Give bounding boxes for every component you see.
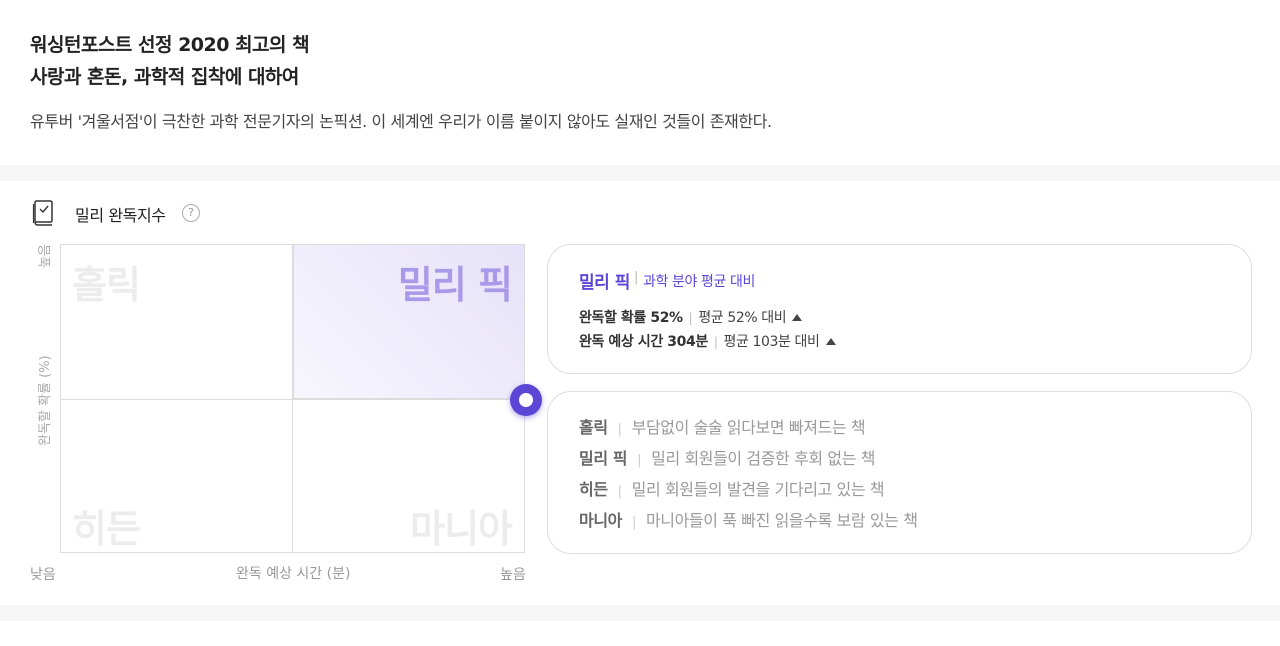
legend-item: 밀리 픽 | 밀리 회원들이 검증한 후회 없는 책	[579, 449, 876, 468]
legend-desc: 부담없이 술술 읽다보면 빠져드는 책	[631, 418, 866, 437]
summary-category: 밀리 픽	[579, 273, 630, 293]
book-position-marker	[510, 384, 542, 416]
legend-name: 히든	[579, 480, 608, 499]
section-title: 밀리 완독지수	[75, 206, 166, 225]
legend-item: 홀릭 | 부담없이 술술 읽다보면 빠져드는 책	[579, 418, 866, 437]
y-axis-high-label: 높음	[38, 244, 53, 268]
legend-desc: 밀리 회원들의 발견을 기다리고 있는 책	[631, 480, 885, 499]
summary-compare-label: 과학 분야 평균 대비	[643, 274, 755, 290]
probability-value: 완독할 확률 52%	[579, 310, 683, 326]
quadrant-label-mania: 마니아	[410, 507, 513, 551]
book-title-line1: 워싱턴포스트 선정 2020 최고의 책	[30, 34, 310, 56]
x-axis-label: 완독 예상 시간 (분)	[236, 566, 351, 582]
book-description: 유투버 '겨울서점'이 극찬한 과학 전문기자의 논픽션. 이 세계엔 우리가 …	[30, 112, 772, 131]
summary-row-probability: 완독할 확률 52% | 평균 52% 대비	[579, 307, 803, 327]
summary-row-time: 완독 예상 시간 304분 | 평균 103분 대비	[579, 331, 836, 351]
quadrant-label-holic: 홀릭	[72, 263, 141, 307]
y-axis-label: 완독할 확률 (%)	[38, 355, 53, 446]
x-axis-high-label: 높음	[500, 567, 526, 583]
legend-item: 마니아 | 마니아들이 푹 빠진 읽을수록 보람 있는 책	[579, 511, 918, 530]
time-compare: 평균 103분 대비	[723, 334, 820, 350]
legend-item: 히든 | 밀리 회원들의 발견을 기다리고 있는 책	[579, 480, 885, 499]
up-arrow-icon	[825, 338, 836, 345]
probability-compare: 평균 52% 대비	[698, 310, 787, 326]
book-check-icon	[32, 200, 54, 226]
book-title-line2: 사랑과 혼돈, 과학적 집착에 대하여	[30, 66, 299, 88]
summary-separator: |	[634, 270, 639, 285]
time-value: 완독 예상 시간 304분	[579, 334, 708, 350]
x-axis-low-label: 낮음	[30, 567, 56, 583]
quadrant-label-hidden: 히든	[72, 507, 141, 551]
quadrant-divider-horizontal	[60, 399, 525, 400]
legend-desc: 밀리 회원들이 검증한 후회 없는 책	[651, 449, 876, 468]
section-divider	[0, 165, 1280, 181]
legend-name: 밀리 픽	[579, 449, 628, 468]
quadrant-label-milli-pick: 밀리 픽	[397, 263, 513, 307]
legend-name: 마니아	[579, 511, 622, 530]
legend-name: 홀릭	[579, 418, 608, 437]
legend-desc: 마니아들이 푹 빠진 읽을수록 보람 있는 책	[645, 511, 918, 530]
help-icon[interactable]: ?	[182, 204, 200, 222]
section-divider	[0, 605, 1280, 621]
up-arrow-icon	[792, 314, 803, 321]
